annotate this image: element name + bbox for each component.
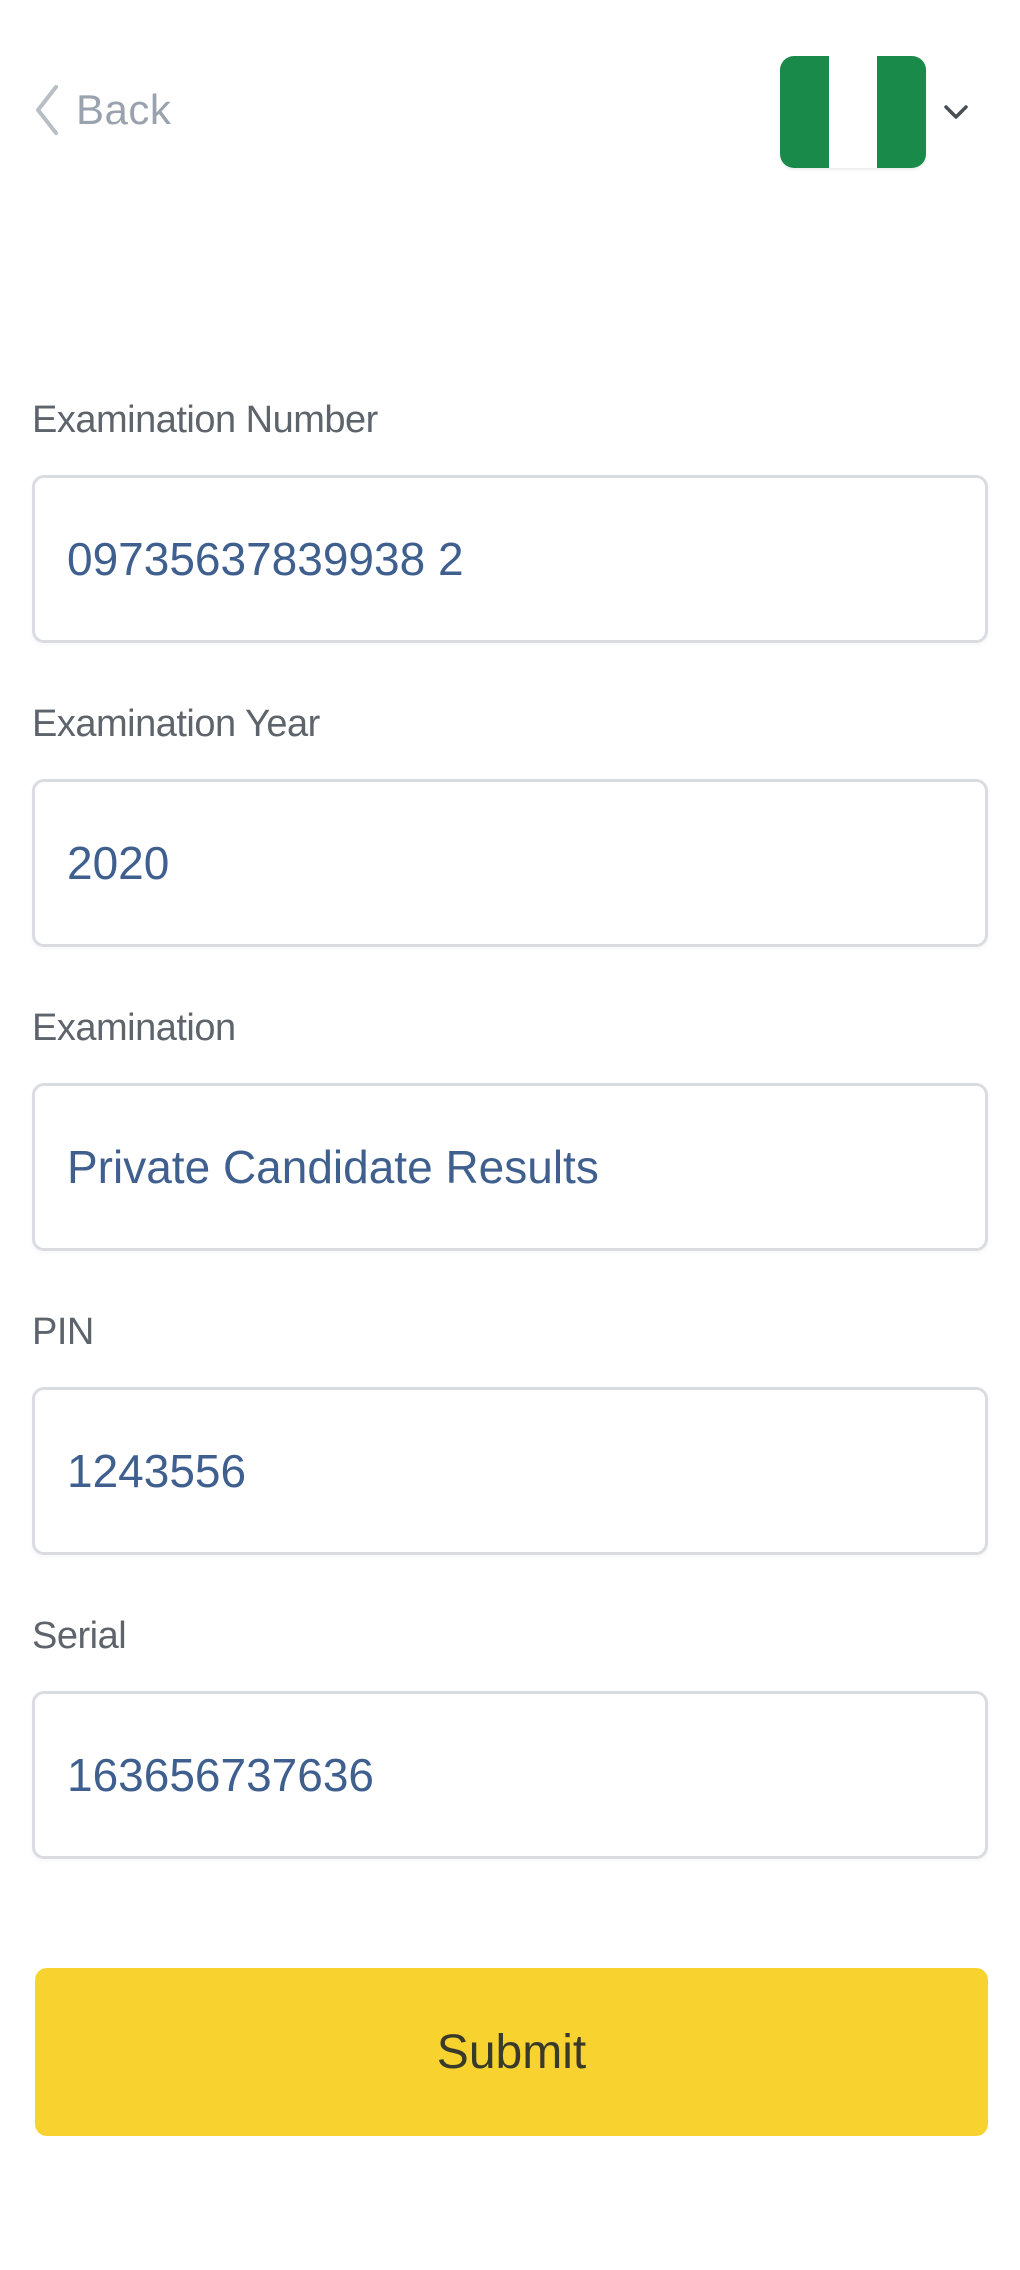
flag-stripe-right <box>877 56 926 168</box>
examination-input[interactable] <box>32 1083 988 1251</box>
examination-number-input[interactable] <box>32 475 988 643</box>
flag-stripe-middle <box>828 56 878 168</box>
chevron-down-icon <box>944 105 968 119</box>
pin-label: PIN <box>32 1311 94 1353</box>
examination-number-field: Examination Number <box>32 395 988 643</box>
examination-year-input[interactable] <box>32 779 988 947</box>
result-check-form: Examination Number Examination Year Exam… <box>32 395 988 1915</box>
serial-label: Serial <box>32 1615 127 1657</box>
examination-field: Examination <box>32 1003 988 1251</box>
header: Back <box>0 0 1020 200</box>
language-selector[interactable] <box>780 52 970 172</box>
serial-field: Serial <box>32 1611 988 1859</box>
chevron-left-icon <box>36 85 58 135</box>
flag-stripe-left <box>780 56 829 168</box>
serial-input[interactable] <box>32 1691 988 1859</box>
exam-result-checker-page: Back Examination Number Examination Year… <box>0 0 1020 2270</box>
nigeria-flag-icon <box>780 56 926 168</box>
examination-label: Examination <box>32 1007 236 1049</box>
back-button[interactable]: Back <box>32 78 171 142</box>
examination-number-label: Examination Number <box>32 399 378 441</box>
pin-field: PIN <box>32 1307 988 1555</box>
examination-year-field: Examination Year <box>32 699 988 947</box>
examination-year-label: Examination Year <box>32 703 320 745</box>
submit-button[interactable]: Submit <box>35 1968 988 2136</box>
pin-input[interactable] <box>32 1387 988 1555</box>
back-label: Back <box>76 86 172 133</box>
